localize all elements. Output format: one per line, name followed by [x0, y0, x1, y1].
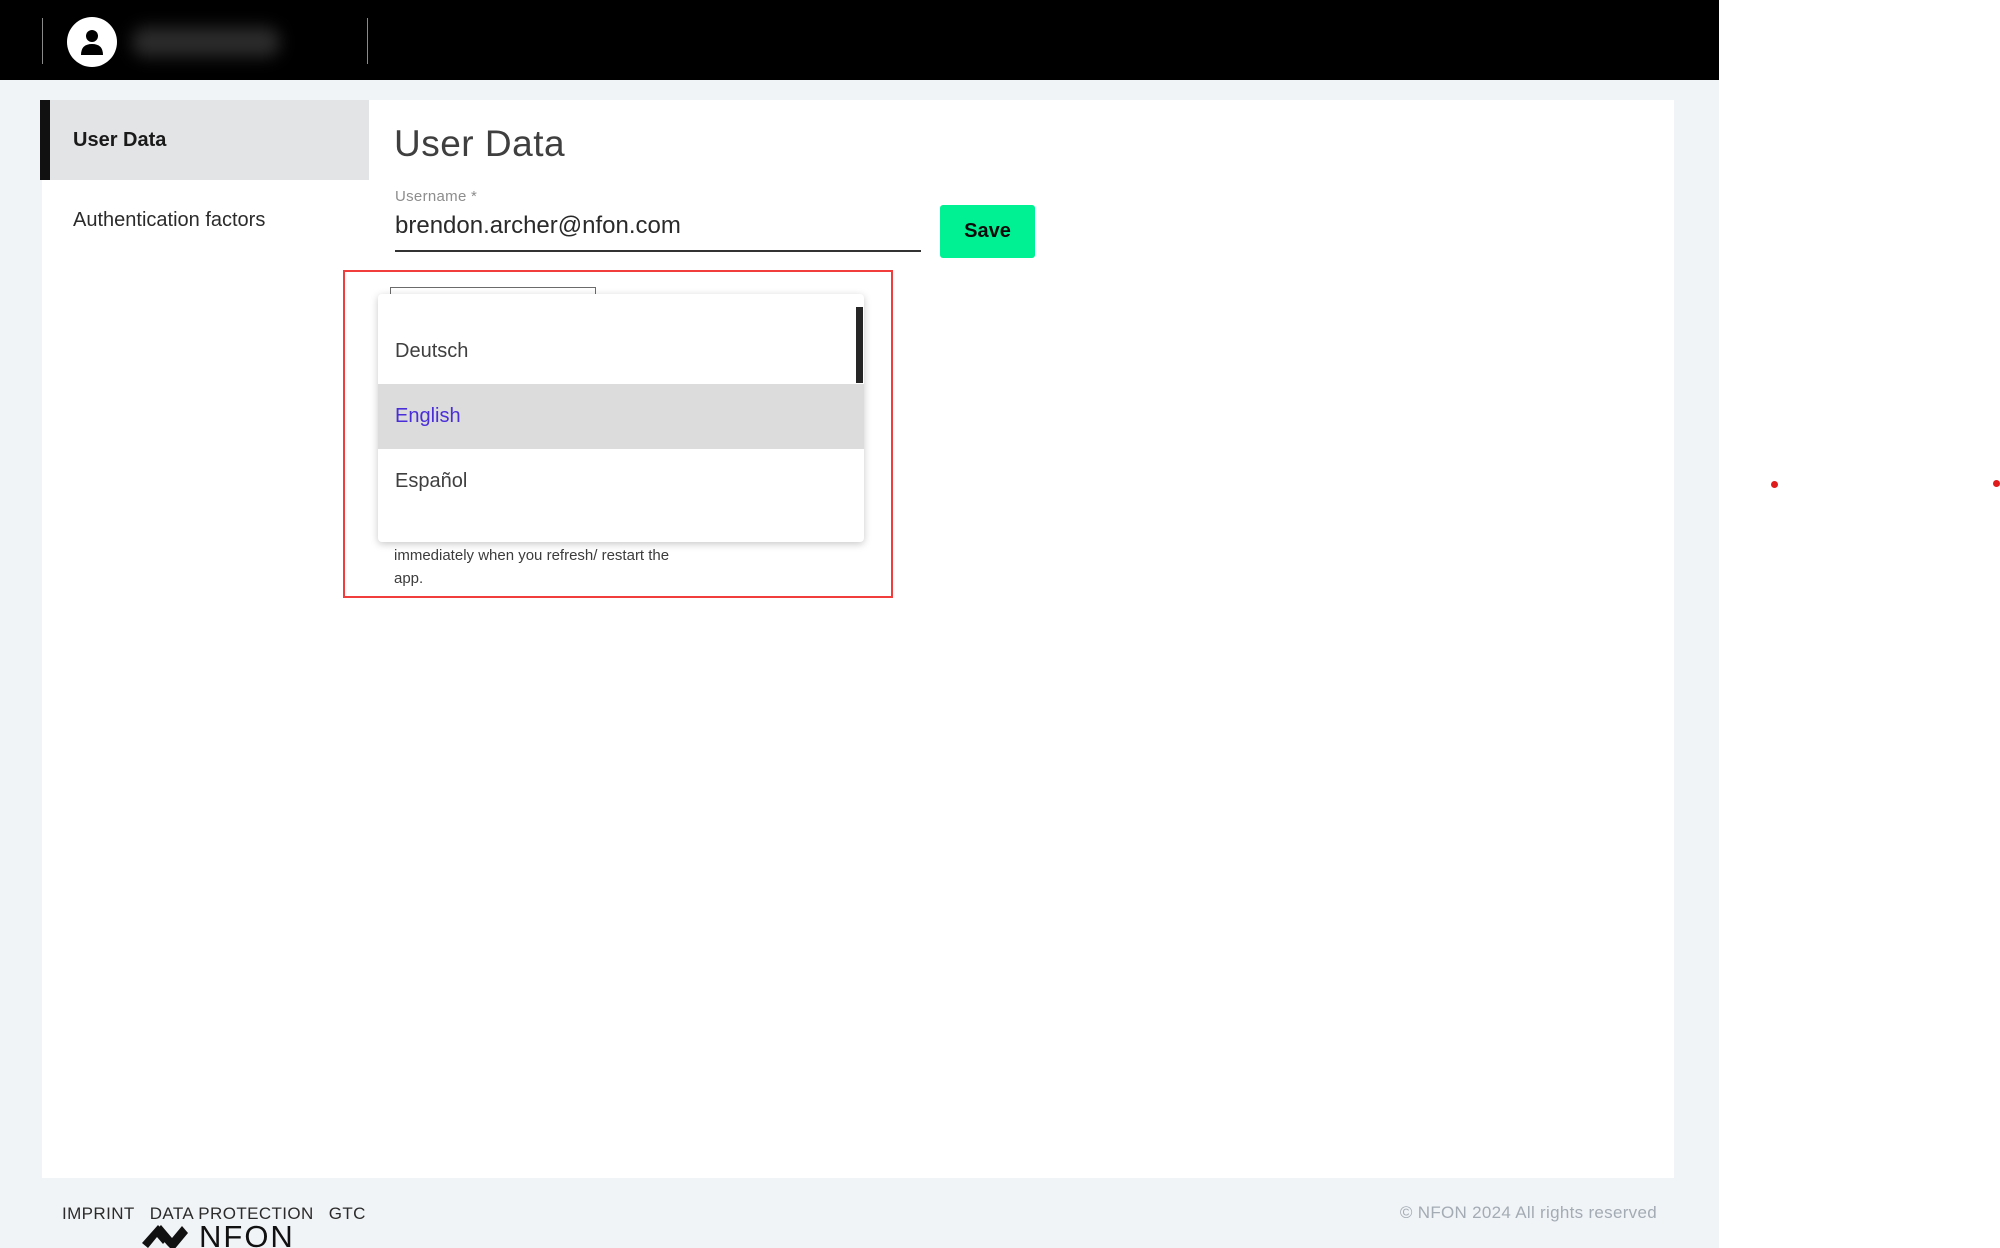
hint-line: app.: [394, 570, 424, 587]
language-option-list: Deutsch English Español: [378, 319, 864, 514]
hint-line: immediately when you refresh/ restart th…: [394, 547, 670, 564]
username-input[interactable]: [395, 208, 921, 252]
sidebar-item-label: Authentication factors: [73, 208, 266, 231]
language-dropdown-panel: Deutsch English Español: [378, 294, 864, 542]
footer-links: IMPRINT DATA PROTECTION GTC: [62, 1204, 366, 1224]
user-name-blurred: [132, 27, 280, 57]
content-card: User Data Authentication factors User Da…: [40, 100, 1674, 1248]
sidebar-item-user-data[interactable]: User Data: [40, 100, 369, 180]
language-option-espanol[interactable]: Español: [378, 449, 864, 514]
topbar-divider-left: [42, 18, 43, 64]
annotation-dot: [1771, 481, 1778, 488]
app-window: User Data Authentication factors User Da…: [0, 0, 1719, 1248]
page-title: User Data: [394, 123, 566, 164]
footer-link-data-protection[interactable]: DATA PROTECTION: [150, 1204, 314, 1224]
language-option-english[interactable]: English: [378, 384, 864, 449]
person-icon: [79, 28, 105, 56]
copyright-text: © NFON 2024 All rights reserved: [1399, 1203, 1657, 1222]
footer-link-imprint[interactable]: IMPRINT: [62, 1204, 135, 1224]
option-label: Español: [395, 470, 468, 492]
option-label: English: [395, 405, 461, 427]
sidebar-item-label: User Data: [73, 128, 167, 151]
topbar-divider-right: [367, 18, 368, 64]
username-label: Username *: [395, 188, 478, 205]
option-label: Deutsch: [395, 340, 469, 362]
save-button[interactable]: Save: [940, 205, 1035, 258]
dropdown-scrollbar-thumb[interactable]: [856, 307, 863, 383]
annotation-dot: [1993, 480, 2000, 487]
language-hint-text: immediately when you refresh/ restart th…: [394, 544, 754, 590]
sidebar-item-authentication-factors[interactable]: Authentication factors: [50, 180, 369, 260]
language-option-deutsch[interactable]: Deutsch: [378, 319, 864, 384]
top-bar: [0, 0, 1719, 80]
footer-link-gtc[interactable]: GTC: [329, 1204, 366, 1224]
user-avatar-button[interactable]: [67, 17, 117, 67]
